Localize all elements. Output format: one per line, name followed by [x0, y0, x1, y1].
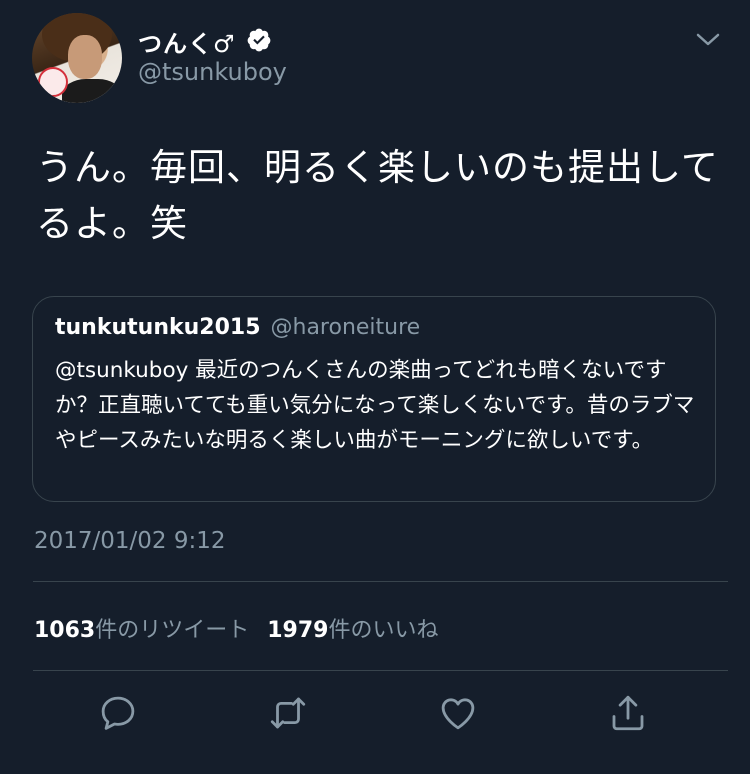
divider [33, 670, 728, 671]
quoted-tweet[interactable]: tunkutunku2015 @haroneiture @tsunkuboy 最… [32, 296, 716, 502]
quoted-author-display-name: tunkutunku2015 [55, 315, 261, 340]
share-icon[interactable] [607, 692, 649, 734]
divider [33, 581, 728, 582]
heart-icon[interactable] [437, 692, 479, 734]
quoted-tweet-header: tunkutunku2015 @haroneiture [55, 315, 420, 340]
likes-count: 1979 [267, 618, 329, 643]
likes-stat[interactable]: 1979件のいいね [267, 612, 438, 644]
retweets-count: 1063 [34, 618, 96, 643]
avatar[interactable] [32, 13, 122, 103]
retweets-label: 件のリツイート [95, 618, 250, 643]
retweets-stat[interactable]: 1063件のリツイート [34, 612, 249, 644]
tweet-stats: 1063件のリツイート 1979件のいいね [34, 612, 439, 644]
author-display-name[interactable]: つんく♂ [138, 24, 236, 59]
reply-icon[interactable] [97, 692, 139, 734]
verified-badge-icon [246, 27, 272, 57]
tweet-timestamp: 2017/01/02 9:12 [34, 528, 226, 554]
likes-label: 件のいいね [328, 618, 439, 643]
tweet-text: うん。毎回、明るく楽しいのも提出してるよ。笑 [36, 146, 719, 245]
author-name-row[interactable]: つんく♂ [138, 24, 272, 59]
quoted-author-handle: @haroneiture [270, 315, 421, 340]
author-handle[interactable]: @tsunkuboy [138, 58, 287, 86]
quoted-tweet-text: @tsunkuboy 最近のつんくさんの楽曲ってどれも暗くないですか？正直聴いて… [55, 358, 695, 453]
chevron-down-icon[interactable] [694, 30, 722, 50]
action-bar [0, 692, 750, 742]
retweet-icon[interactable] [267, 692, 309, 734]
